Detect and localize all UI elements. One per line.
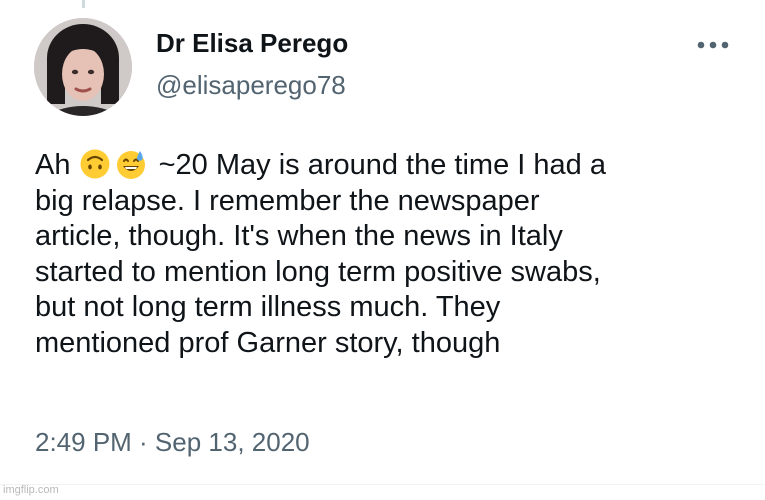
tweet-text-line: but not long term illness much. They xyxy=(35,291,501,323)
tweet-text-line: mentioned prof Garner story, though xyxy=(35,326,501,359)
tweet-text-prefix: Ah xyxy=(35,149,71,181)
author-handle[interactable]: @elisaperego78 xyxy=(156,70,346,101)
tweet-text: Ah ~20 May is around the time I had a bi… xyxy=(35,148,750,361)
tweet-card[interactable]: Dr Elisa Perego @elisaperego78 Ah ~20 Ma… xyxy=(0,0,765,500)
avatar-image xyxy=(34,18,132,116)
author-display-name[interactable]: Dr Elisa Perego xyxy=(156,28,348,59)
more-options-button[interactable] xyxy=(692,30,734,60)
avatar[interactable] xyxy=(34,18,132,116)
tweet-text-line: started to mention long term positive sw… xyxy=(35,255,601,288)
tweet-timestamp[interactable]: 2:49 PM · Sep 13, 2020 xyxy=(35,427,310,458)
tweet-text-line: Ah ~20 May is around the time I had a xyxy=(35,148,750,184)
grinning-face-with-sweat-emoji-icon xyxy=(116,151,145,179)
tweet-text-segment: ~20 May is around the time I had a xyxy=(158,149,606,181)
upside-down-face-emoji-icon xyxy=(80,149,110,179)
tweet-text-line: big relapse. I remember the newspaper xyxy=(35,184,540,217)
tweet-text-line: article, though. It's when the news in I… xyxy=(35,220,563,252)
imgflip-watermark: imgflip.com xyxy=(3,484,59,496)
more-horizontal-icon xyxy=(697,41,729,49)
divider xyxy=(0,484,765,485)
